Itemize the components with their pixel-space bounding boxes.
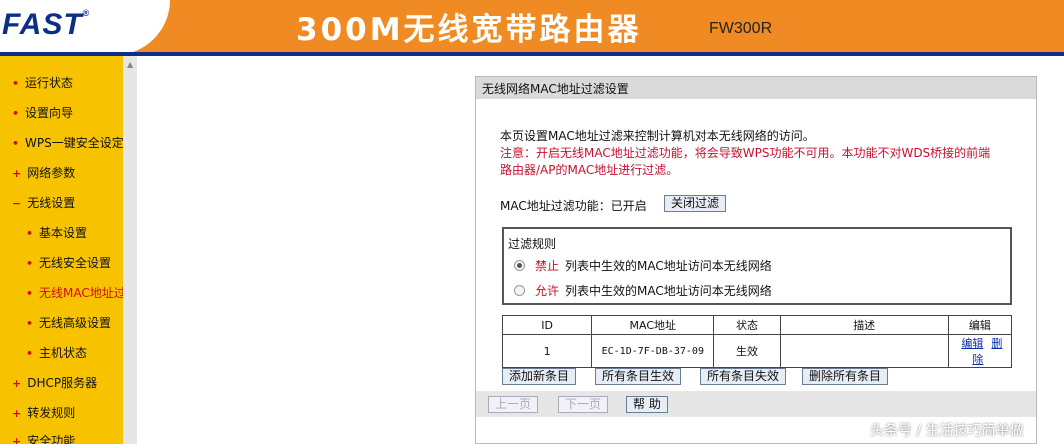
sidebar-item-mac-filter[interactable]: • 无线MAC地址过滤 <box>26 284 123 301</box>
expand-icon: + <box>12 167 22 180</box>
sidebar-scrollbar[interactable] <box>123 56 137 444</box>
sidebar-item-wps[interactable]: • WPS一键安全设定 <box>12 134 123 151</box>
scroll-up-icon[interactable]: ▲ <box>127 60 133 69</box>
sidebar-item-label: 无线高级设置 <box>39 316 112 330</box>
sidebar-item-setup-wizard[interactable]: • 设置向导 <box>12 104 73 121</box>
deny-text: 列表中生效的MAC地址访问本无线网络 <box>565 259 772 273</box>
prev-page-button[interactable]: 上一页 <box>488 396 539 413</box>
bullet-icon: • <box>26 317 34 330</box>
sidebar-item-wireless-advanced[interactable]: • 无线高级设置 <box>26 314 111 331</box>
allow-keyword: 允许 <box>535 284 560 298</box>
sidebar-item-forwarding[interactable]: + 转发规则 <box>12 404 75 421</box>
mac-filter-panel: 无线网络MAC地址过滤设置 本页设置MAC地址过滤来控制计算机对本无线网络的访问… <box>475 76 1037 444</box>
pager-bar: 上一页 下一页 帮 助 <box>476 391 1036 417</box>
sidebar-item-label: 基本设置 <box>39 226 88 240</box>
deny-keyword: 禁止 <box>535 259 560 273</box>
bullet-icon: • <box>26 257 34 270</box>
sidebar-item-dhcp[interactable]: + DHCP服务器 <box>12 374 97 391</box>
sidebar-item-label: 运行状态 <box>25 76 74 90</box>
col-header-mac: MAC地址 <box>591 315 715 335</box>
cell-status: 生效 <box>713 334 781 368</box>
add-entry-button[interactable]: 添加新条目 <box>502 368 577 385</box>
sidebar-item-label: DHCP服务器 <box>27 376 98 390</box>
bullet-icon: • <box>12 107 20 120</box>
page-description: 本页设置MAC地址过滤来控制计算机对本无线网络的访问。 <box>500 129 815 143</box>
col-header-id: ID <box>501 315 593 335</box>
col-header-edit: 编辑 <box>947 315 1013 335</box>
sidebar-item-running-status[interactable]: • 运行状态 <box>12 74 73 91</box>
sidebar-item-basic[interactable]: • 基本设置 <box>26 224 87 241</box>
sidebar-nav: • 运行状态 • 设置向导 • WPS一键安全设定 + 网络参数 − 无线设置 • 基本设置… <box>0 56 123 444</box>
allow-rule-option[interactable]: 允许 列表中生效的MAC地址访问本无线网络 <box>514 282 772 299</box>
bullet-icon: • <box>26 287 34 300</box>
allow-radio[interactable] <box>514 285 525 296</box>
col-header-status: 状态 <box>713 315 781 335</box>
col-header-desc: 描述 <box>779 315 949 335</box>
bullet-icon: • <box>12 77 20 90</box>
cell-actions: 编辑 删除 <box>947 334 1013 368</box>
filter-rules-group: 过滤规则 禁止 列表中生效的MAC地址访问本无线网络 允许 列表中生效的MAC地址访… <box>502 227 1012 305</box>
sidebar-item-host-status[interactable]: • 主机状态 <box>26 344 87 361</box>
delete-all-button[interactable]: 删除所有条目 <box>802 368 889 385</box>
sidebar-item-label: 无线设置 <box>27 196 76 210</box>
sidebar-item-label: 无线MAC地址过滤 <box>39 286 123 300</box>
sidebar-item-wireless[interactable]: − 无线设置 <box>12 194 75 211</box>
sidebar-item-label: 主机状态 <box>39 346 88 360</box>
filter-status-label: MAC地址过滤功能：已开启 <box>500 199 647 213</box>
disable-all-button[interactable]: 所有条目失效 <box>700 368 787 385</box>
sidebar-item-wireless-security[interactable]: • 无线安全设置 <box>26 254 111 271</box>
sidebar-item-security[interactable]: + 安全功能 <box>12 432 75 444</box>
panel-title: 无线网络MAC地址过滤设置 <box>476 77 1036 99</box>
deny-radio[interactable] <box>514 260 525 271</box>
enable-all-button[interactable]: 所有条目生效 <box>595 368 682 385</box>
table-row: 1 EC-1D-7F-DB-37-09 生效 编辑 删除 <box>501 334 1013 368</box>
sidebar-item-label: 无线安全设置 <box>39 256 112 270</box>
deny-rule-option[interactable]: 禁止 列表中生效的MAC地址访问本无线网络 <box>514 257 772 274</box>
disable-filter-button[interactable]: 关闭过滤 <box>664 195 727 212</box>
allow-text: 列表中生效的MAC地址访问本无线网络 <box>565 284 772 298</box>
collapse-icon: − <box>12 197 22 210</box>
edit-link[interactable]: 编辑 <box>961 337 983 350</box>
bullet-icon: • <box>26 347 34 360</box>
cell-id: 1 <box>501 334 593 368</box>
sidebar-item-label: 转发规则 <box>27 406 76 420</box>
expand-icon: + <box>12 407 22 420</box>
bullet-icon: • <box>26 227 34 240</box>
sidebar-item-label: 安全功能 <box>27 434 76 444</box>
next-page-button[interactable]: 下一页 <box>558 396 609 413</box>
brand-text: FAST <box>2 8 83 41</box>
cell-mac: EC-1D-7F-DB-37-09 <box>591 334 715 368</box>
product-title: 300M无线宽带路由器 <box>296 12 642 48</box>
watermark: 头条号 / 生活技巧简单做 <box>870 423 1024 439</box>
table-header-row: ID MAC地址 状态 描述 编辑 <box>501 315 1013 335</box>
brand-logo: FAST® <box>2 8 90 42</box>
bullet-icon: • <box>12 137 20 150</box>
help-button[interactable]: 帮 助 <box>626 396 668 413</box>
filter-rules-title: 过滤规则 <box>508 237 557 251</box>
expand-icon: + <box>12 377 22 390</box>
warning-text: 注意：开启无线MAC地址过滤功能，将会导致WPS功能不可用。本功能不对WDS桥接… <box>500 146 991 177</box>
sidebar-item-label: WPS一键安全设定 <box>25 136 123 150</box>
expand-icon: + <box>12 435 22 444</box>
mac-table: ID MAC地址 状态 描述 编辑 1 EC-1D-7F-DB-37-09 生效… <box>501 315 1013 368</box>
model-number: FW300R <box>709 20 773 37</box>
header-divider <box>0 52 1064 56</box>
sidebar-item-label: 网络参数 <box>27 166 76 180</box>
sidebar-item-network[interactable]: + 网络参数 <box>12 164 75 181</box>
header: FAST® 300M无线宽带路由器 FW300R <box>0 0 1064 56</box>
header-curve <box>110 0 170 55</box>
sidebar-item-label: 设置向导 <box>25 106 74 120</box>
cell-desc <box>779 334 949 368</box>
brand-reg-mark: ® <box>82 8 91 18</box>
